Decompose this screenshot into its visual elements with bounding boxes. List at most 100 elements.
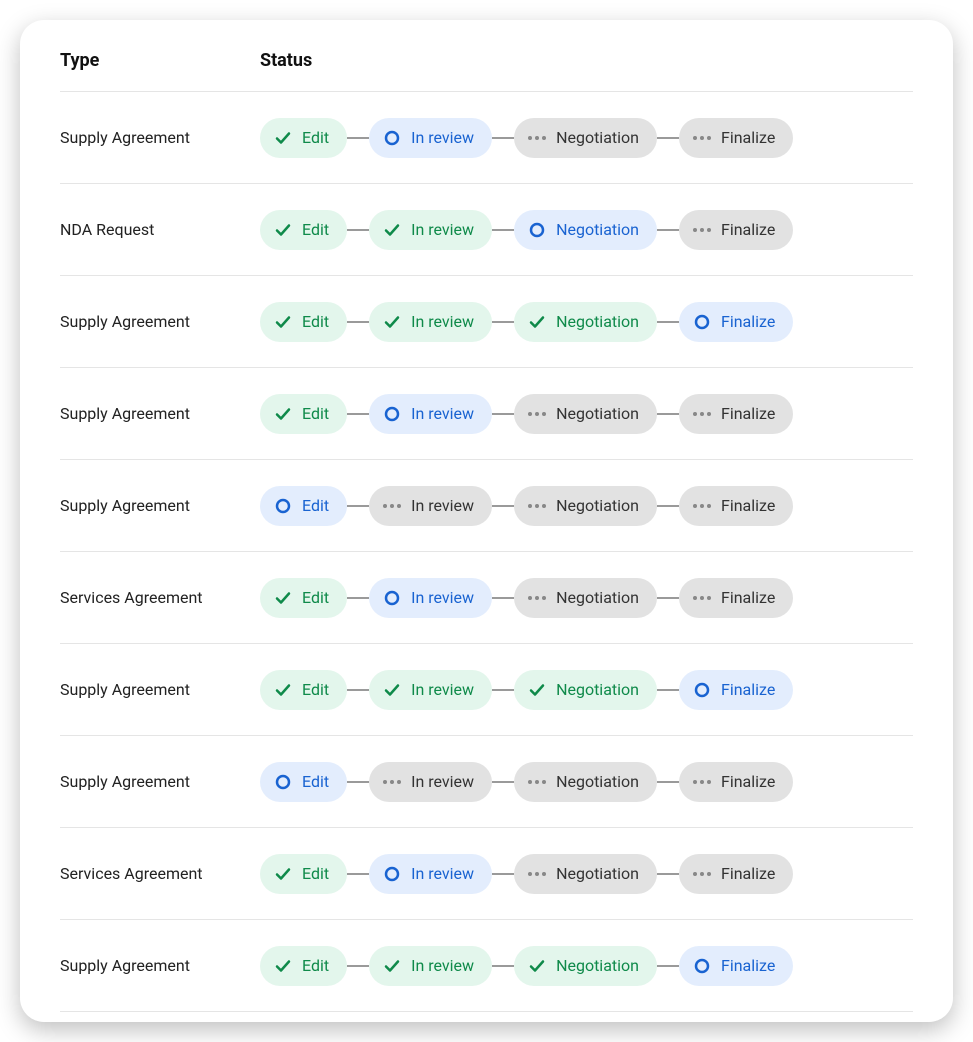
table-row: Supply AgreementEditIn reviewNegotiation… — [60, 368, 913, 460]
stage-label: Finalize — [721, 588, 775, 607]
stage-connector — [347, 965, 369, 967]
stage-label: Finalize — [721, 220, 775, 239]
stage-connector — [347, 413, 369, 415]
status-cell: Edit In review Negotiation Finalize — [260, 854, 913, 894]
stage-pill-negotiation[interactable]: Negotiation — [514, 578, 657, 618]
dots-icon — [693, 497, 711, 515]
stage-label: Edit — [302, 956, 329, 975]
stage-pill-finalize[interactable]: Finalize — [679, 486, 793, 526]
type-cell: Services Agreement — [60, 864, 260, 883]
stage-connector — [492, 597, 514, 599]
stage-connector — [657, 321, 679, 323]
stage-connector — [347, 321, 369, 323]
check-icon — [383, 681, 401, 699]
stage-pill-in-review[interactable]: In review — [369, 670, 492, 710]
circle-icon — [274, 497, 292, 515]
stage-pill-edit[interactable]: Edit — [260, 302, 347, 342]
stage-pill-finalize[interactable]: Finalize — [679, 210, 793, 250]
stage-label: Negotiation — [556, 128, 639, 147]
stage-pill-in-review[interactable]: In review — [369, 762, 492, 802]
check-icon — [274, 865, 292, 883]
stage-connector — [492, 413, 514, 415]
status-table-card: Type Status Supply AgreementEditIn revie… — [20, 20, 953, 1022]
stage-pill-finalize[interactable]: Finalize — [679, 302, 793, 342]
stage-pill-edit[interactable]: Edit — [260, 210, 347, 250]
stage-pill-negotiation[interactable]: Negotiation — [514, 210, 657, 250]
stage-pill-negotiation[interactable]: Negotiation — [514, 670, 657, 710]
stage-pill-negotiation[interactable]: Negotiation — [514, 946, 657, 986]
type-cell: NDA Request — [60, 220, 260, 239]
stage-pill-edit[interactable]: Edit — [260, 394, 347, 434]
stage-pill-finalize[interactable]: Finalize — [679, 854, 793, 894]
stage-pill-finalize[interactable]: Finalize — [679, 394, 793, 434]
stage-pill-finalize[interactable]: Finalize — [679, 670, 793, 710]
check-icon — [274, 589, 292, 607]
stage-pill-in-review[interactable]: In review — [369, 302, 492, 342]
stage-pill-in-review[interactable]: In review — [369, 486, 492, 526]
stage-label: Finalize — [721, 312, 775, 331]
stage-label: Negotiation — [556, 588, 639, 607]
dots-icon — [528, 497, 546, 515]
check-icon — [274, 221, 292, 239]
stage-connector — [657, 873, 679, 875]
type-cell: Services Agreement — [60, 588, 260, 607]
table-row: Supply AgreementEditIn reviewNegotiation… — [60, 736, 913, 828]
stage-label: Finalize — [721, 956, 775, 975]
table-row: Services AgreementEdit In review Negotiati… — [60, 552, 913, 644]
stage-connector — [492, 229, 514, 231]
stage-pill-negotiation[interactable]: Negotiation — [514, 854, 657, 894]
stage-label: In review — [411, 956, 474, 975]
table-body: Supply AgreementEditIn reviewNegotiation… — [60, 92, 913, 1012]
stage-pill-edit[interactable]: Edit — [260, 946, 347, 986]
stage-pill-in-review[interactable]: In review — [369, 118, 492, 158]
stage-pill-negotiation[interactable]: Negotiation — [514, 762, 657, 802]
stage-pill-negotiation[interactable]: Negotiation — [514, 394, 657, 434]
check-icon — [383, 313, 401, 331]
stage-label: Negotiation — [556, 496, 639, 515]
stage-label: Finalize — [721, 496, 775, 515]
stage-pill-in-review[interactable]: In review — [369, 946, 492, 986]
stage-connector — [492, 965, 514, 967]
dots-icon — [383, 497, 401, 515]
stage-label: In review — [411, 772, 474, 791]
stage-pill-negotiation[interactable]: Negotiation — [514, 486, 657, 526]
stage-pill-edit[interactable]: Edit — [260, 486, 347, 526]
stage-label: Edit — [302, 680, 329, 699]
stage-pill-edit[interactable]: Edit — [260, 118, 347, 158]
stage-connector — [492, 689, 514, 691]
stage-label: Negotiation — [556, 772, 639, 791]
stage-label: Finalize — [721, 680, 775, 699]
stage-label: Edit — [302, 772, 329, 791]
stage-pill-edit[interactable]: Edit — [260, 670, 347, 710]
stage-pill-edit[interactable]: Edit — [260, 578, 347, 618]
stage-pill-finalize[interactable]: Finalize — [679, 946, 793, 986]
stage-pill-finalize[interactable]: Finalize — [679, 578, 793, 618]
stage-pill-edit[interactable]: Edit — [260, 854, 347, 894]
stage-connector — [347, 229, 369, 231]
table-row: Supply AgreementEditIn reviewNegotiation… — [60, 460, 913, 552]
stage-pill-negotiation[interactable]: Negotiation — [514, 118, 657, 158]
stage-label: Edit — [302, 496, 329, 515]
stage-pill-in-review[interactable]: In review — [369, 578, 492, 618]
table-row: Services Agreement Edit In review Negotiati… — [60, 828, 913, 920]
stage-pill-in-review[interactable]: In review — [369, 210, 492, 250]
stage-pill-in-review[interactable]: In review — [369, 394, 492, 434]
stage-pill-in-review[interactable]: In review — [369, 854, 492, 894]
stage-pill-finalize[interactable]: Finalize — [679, 118, 793, 158]
status-cell: Edit In review Negotiation Finalize — [260, 302, 913, 342]
column-header-status: Status — [260, 50, 913, 71]
dots-icon — [383, 773, 401, 791]
stage-connector — [492, 137, 514, 139]
stage-label: Edit — [302, 864, 329, 883]
table-row: Supply AgreementEditIn reviewNegotiation… — [60, 276, 913, 368]
circle-icon — [383, 865, 401, 883]
stage-pill-edit[interactable]: Edit — [260, 762, 347, 802]
stage-label: Edit — [302, 312, 329, 331]
stage-pill-negotiation[interactable]: Negotiation — [514, 302, 657, 342]
stage-label: In review — [411, 404, 474, 423]
dots-icon — [693, 405, 711, 423]
stage-connector — [347, 597, 369, 599]
stage-pill-finalize[interactable]: Finalize — [679, 762, 793, 802]
check-icon — [528, 957, 546, 975]
stage-connector — [492, 505, 514, 507]
